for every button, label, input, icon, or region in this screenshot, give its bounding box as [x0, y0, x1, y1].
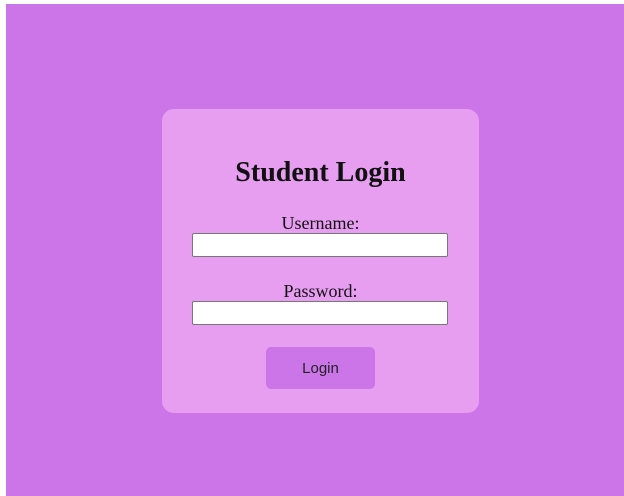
username-label: Username:	[281, 213, 360, 233]
page-title: Student Login	[235, 157, 406, 188]
page-background: Student Login Username: Password: Login	[6, 4, 624, 496]
password-field[interactable]	[192, 301, 448, 325]
login-button[interactable]: Login	[266, 347, 375, 389]
password-label: Password:	[283, 281, 358, 301]
login-card: Student Login Username: Password: Login	[162, 109, 479, 413]
username-field[interactable]	[192, 233, 448, 257]
